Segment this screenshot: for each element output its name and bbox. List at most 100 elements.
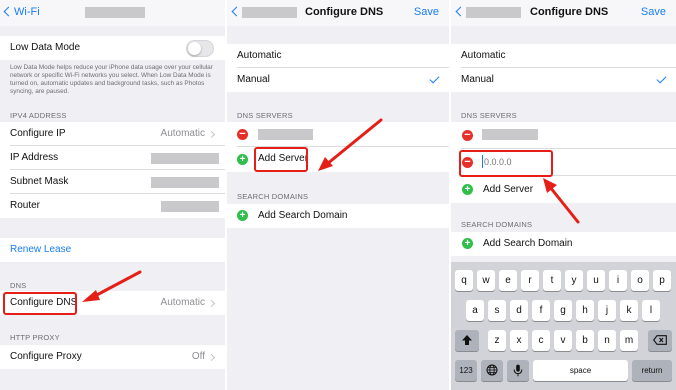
key-s[interactable]: s [488,300,506,321]
add-icon: + [462,184,473,195]
chevron-right-icon [207,299,216,308]
back-label-redacted[interactable] [242,7,297,18]
configure-proxy-label: Configure Proxy [10,351,82,362]
chevron-left-icon[interactable] [3,6,14,17]
new-server-highlight [459,150,553,177]
key-k[interactable]: k [620,300,638,321]
configure-dns-new-server-screen: Configure DNS Save Automatic Manual DNS … [451,0,676,390]
key-a[interactable]: a [466,300,484,321]
configure-ip-label: Configure IP [10,128,66,139]
configure-dns-highlight [3,292,77,315]
return-key[interactable]: return [632,360,672,381]
key-r[interactable]: r [521,270,539,291]
key-t[interactable]: t [543,270,561,291]
key-b[interactable]: b [576,330,594,351]
low-data-mode-label: Low Data Mode [10,42,81,53]
low-data-mode-toggle[interactable] [186,40,214,57]
delete-icon [653,335,667,345]
checkmark-icon [429,73,440,84]
page-title: Configure DNS [305,6,384,18]
key-h[interactable]: h [576,300,594,321]
key-p[interactable]: p [653,270,671,291]
search-domains-group: + Add Search Domain [451,232,676,256]
ip-address-value-redacted [151,153,219,164]
low-data-mode-row: Low Data Mode [0,36,225,60]
numbers-key[interactable]: 123 [455,360,477,381]
http-proxy-section-header: HTTP PROXY [10,333,60,342]
network-name-redacted [85,7,145,18]
key-c[interactable]: c [532,330,550,351]
shift-key[interactable] [455,330,479,351]
key-m[interactable]: m [620,330,638,351]
key-e[interactable]: e [499,270,517,291]
add-server-button[interactable]: Add Server [483,184,533,195]
router-label: Router [10,200,41,211]
chevron-left-icon[interactable] [455,6,466,17]
automatic-label: Automatic [237,50,282,61]
key-f[interactable]: f [532,300,550,321]
key-l[interactable]: l [642,300,660,321]
navigation-bar: Configure DNS Save [451,0,676,26]
chevron-left-icon[interactable] [231,6,242,17]
key-n[interactable]: n [598,330,616,351]
key-g[interactable]: g [554,300,572,321]
add-icon: + [462,238,473,249]
back-label-redacted[interactable] [466,7,521,18]
renew-lease-group: Renew Lease [0,238,225,262]
renew-lease-row[interactable]: Renew Lease [0,238,225,262]
ipv4-section-header: IPV4 ADDRESS [10,111,67,120]
automatic-option[interactable]: Automatic [227,44,449,68]
dns-server-address-redacted[interactable] [482,129,538,140]
chevron-right-icon [207,353,216,362]
key-j[interactable]: j [598,300,616,321]
configure-proxy-row[interactable]: Configure Proxy Off [0,345,225,369]
router-value-redacted [161,201,219,212]
add-server-row[interactable]: + Add Server [451,176,676,203]
key-u[interactable]: u [587,270,605,291]
wifi-details-screen: Wi-Fi Low Data Mode Low Data Mode helps … [0,0,225,390]
globe-key[interactable] [481,360,503,381]
router-row: Router [0,194,225,218]
search-domains-header: SEARCH DOMAINS [461,220,533,229]
key-i[interactable]: i [609,270,627,291]
key-q[interactable]: q [455,270,473,291]
low-data-mode-description: Low Data Mode helps reduce your iPhone d… [10,64,213,95]
save-button[interactable]: Save [414,6,439,18]
renew-lease-button[interactable]: Renew Lease [10,244,71,255]
add-search-domain-row[interactable]: + Add Search Domain [227,204,449,228]
automatic-option[interactable]: Automatic [451,44,676,68]
subnet-mask-row: Subnet Mask [0,170,225,194]
add-search-domain-button[interactable]: Add Search Domain [483,238,573,249]
manual-option[interactable]: Manual [451,68,676,92]
ip-address-label: IP Address [10,152,59,163]
add-search-domain-row[interactable]: + Add Search Domain [451,232,676,256]
add-search-domain-button[interactable]: Add Search Domain [258,210,348,221]
dns-server-address-redacted[interactable] [258,129,313,140]
key-w[interactable]: w [477,270,495,291]
keyboard: q w e r t y u i o p a s d f g h j k l z … [451,262,676,390]
ip-address-row: IP Address [0,146,225,170]
key-x[interactable]: x [510,330,528,351]
key-d[interactable]: d [510,300,528,321]
key-v[interactable]: v [554,330,572,351]
back-button[interactable]: Wi-Fi [14,6,40,18]
mic-icon [513,364,523,377]
key-y[interactable]: y [565,270,583,291]
delete-server-icon[interactable]: − [237,129,248,140]
ipv4-group: Configure IP Automatic IP Address Subnet… [0,122,225,218]
save-button[interactable]: Save [641,6,666,18]
configure-ip-row[interactable]: Configure IP Automatic [0,122,225,146]
page-title: Configure DNS [530,6,609,18]
key-o[interactable]: o [631,270,649,291]
delete-server-icon[interactable]: − [462,130,473,141]
key-z[interactable]: z [488,330,506,351]
navigation-bar: Configure DNS Save [227,0,449,26]
space-key[interactable]: space [533,360,628,381]
delete-key[interactable] [648,330,672,351]
manual-option[interactable]: Manual [227,68,449,92]
navigation-bar: Wi-Fi [0,0,225,26]
manual-label: Manual [237,74,270,85]
mic-key[interactable] [507,360,529,381]
toggle-knob [188,42,201,55]
configure-dns-screen: Configure DNS Save Automatic Manual DNS … [227,0,449,390]
